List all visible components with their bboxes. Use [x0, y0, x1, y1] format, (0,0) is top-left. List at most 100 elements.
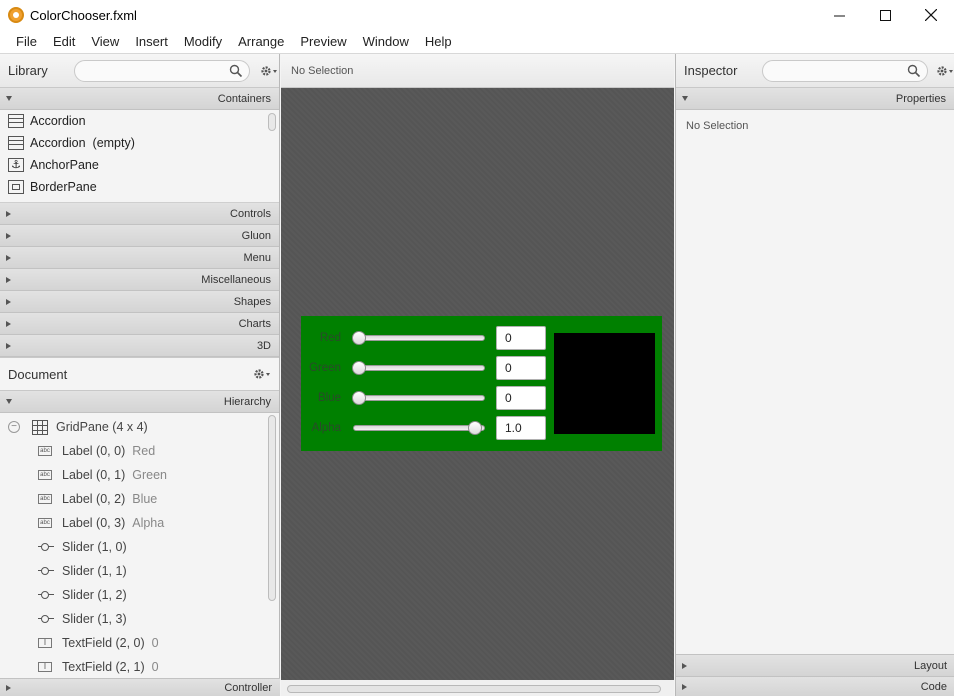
- library-header: Library: [0, 54, 279, 88]
- section-menu[interactable]: Menu: [0, 247, 279, 269]
- collapsed-triangle-icon: [6, 320, 11, 327]
- slider-thumb[interactable]: [352, 331, 366, 345]
- section-hierarchy-label: Hierarchy: [223, 395, 271, 408]
- library-search-input[interactable]: [74, 59, 250, 82]
- maximize-icon: [879, 9, 891, 21]
- search-icon: [229, 64, 243, 77]
- slider-icon: [38, 614, 54, 624]
- maximize-button[interactable]: [862, 0, 908, 30]
- section-charts[interactable]: Charts: [0, 313, 279, 335]
- section-gluon-label: Gluon: [241, 229, 271, 242]
- selection-status: No Selection: [291, 64, 354, 77]
- tree-item-label: Label (0, 1): [62, 468, 126, 482]
- design-canvas[interactable]: Red Green Blue Alpha 0 0 0 1.0: [281, 88, 674, 680]
- blue-label: Blue: [317, 392, 341, 404]
- inspector-search-input[interactable]: [762, 59, 928, 82]
- section-shapes-label: Shapes: [233, 295, 271, 308]
- section-shapes[interactable]: Shapes: [0, 291, 279, 313]
- section-containers[interactable]: Containers: [0, 88, 279, 110]
- content-panel: No Selection Red Green Blue Alpha 0 0 0 …: [281, 54, 674, 696]
- gear-icon: [261, 65, 277, 76]
- library-item-accordion-empty[interactable]: Accordion (empty): [0, 132, 279, 154]
- collapsed-triangle-icon: [6, 342, 11, 349]
- slider-thumb[interactable]: [468, 421, 482, 435]
- content-header: No Selection: [281, 54, 674, 88]
- collapsed-triangle-icon: [6, 298, 11, 305]
- tree-item-textfield-2-1[interactable]: I TextField (2, 1) 0: [0, 655, 279, 677]
- canvas-horizontal-scrollbar[interactable]: [287, 685, 661, 693]
- tree-item-extra: 0: [151, 636, 159, 650]
- alpha-field[interactable]: 1.0: [496, 416, 546, 440]
- tree-item-slider-1-0[interactable]: Slider (1, 0): [0, 535, 279, 559]
- section-hierarchy[interactable]: Hierarchy: [0, 391, 279, 413]
- alpha-slider[interactable]: [353, 421, 485, 435]
- tree-item-label: GridPane (4 x 4): [56, 420, 148, 434]
- library-item-borderpane[interactable]: BorderPane: [0, 176, 279, 198]
- red-field[interactable]: 0: [496, 326, 546, 350]
- tree-item-slider-1-3[interactable]: Slider (1, 3): [0, 607, 279, 631]
- library-item-accordion[interactable]: Accordion: [0, 110, 279, 132]
- menu-arrange[interactable]: Arrange: [230, 34, 292, 49]
- label-icon: abc: [38, 446, 52, 456]
- anchor-icon: ⚓: [8, 158, 24, 172]
- library-item-anchorpane[interactable]: ⚓ AnchorPane: [0, 154, 279, 176]
- label-icon: abc: [38, 518, 52, 528]
- slider-icon: [38, 566, 54, 576]
- tree-item-textfield-2-0[interactable]: I TextField (2, 0) 0: [0, 631, 279, 655]
- section-layout[interactable]: Layout: [676, 654, 954, 676]
- menu-modify[interactable]: Modify: [176, 34, 230, 49]
- collapsed-triangle-icon: [6, 210, 11, 217]
- hierarchy-tree: − GridPane (4 x 4) abc Label (0, 0) Red …: [0, 413, 279, 677]
- section-controller[interactable]: Controller: [0, 678, 280, 696]
- tree-item-slider-1-1[interactable]: Slider (1, 1): [0, 559, 279, 583]
- section-code[interactable]: Code: [676, 676, 954, 696]
- section-menu-label: Menu: [243, 251, 271, 264]
- tree-item-label-blue[interactable]: abc Label (0, 2) Blue: [0, 487, 279, 511]
- collapse-icon[interactable]: −: [8, 421, 20, 433]
- menu-file[interactable]: File: [8, 34, 45, 49]
- green-slider[interactable]: [352, 361, 485, 375]
- section-miscellaneous-label: Miscellaneous: [201, 273, 271, 286]
- window-title: ColorChooser.fxml: [30, 7, 137, 23]
- green-field[interactable]: 0: [496, 356, 546, 380]
- inspector-panel: Inspector Properties No Selection Layout…: [675, 54, 954, 696]
- blue-field[interactable]: 0: [496, 386, 546, 410]
- expanded-triangle-icon: [6, 399, 12, 404]
- menu-edit[interactable]: Edit: [45, 34, 83, 49]
- close-window-button[interactable]: [908, 0, 954, 30]
- tree-item-label-red[interactable]: abc Label (0, 0) Red: [0, 439, 279, 463]
- section-controls[interactable]: Controls: [0, 203, 279, 225]
- section-miscellaneous[interactable]: Miscellaneous: [0, 269, 279, 291]
- slider-thumb[interactable]: [352, 361, 366, 375]
- tree-item-label: Label (0, 0): [62, 444, 126, 458]
- menu-insert[interactable]: Insert: [127, 34, 176, 49]
- gear-icon: [937, 65, 953, 76]
- minimize-button[interactable]: [816, 0, 862, 30]
- section-containers-label: Containers: [217, 92, 271, 105]
- tree-item-label-alpha[interactable]: abc Label (0, 3) Alpha: [0, 511, 279, 535]
- textfield-icon: I: [38, 638, 52, 648]
- tree-item-label-green[interactable]: abc Label (0, 1) Green: [0, 463, 279, 487]
- library-scrollbar[interactable]: [268, 113, 276, 131]
- section-gluon[interactable]: Gluon: [0, 225, 279, 247]
- section-layout-label: Layout: [913, 659, 947, 672]
- document-gear-button[interactable]: [253, 367, 271, 381]
- hierarchy-scrollbar[interactable]: [268, 415, 276, 601]
- menu-help[interactable]: Help: [417, 34, 460, 49]
- tree-item-gridpane[interactable]: − GridPane (4 x 4): [0, 415, 279, 439]
- blue-slider[interactable]: [352, 391, 485, 405]
- menu-view[interactable]: View: [83, 34, 127, 49]
- color-swatch: [554, 333, 655, 434]
- library-gear-button[interactable]: [260, 64, 278, 78]
- section-3d[interactable]: 3D: [0, 335, 279, 357]
- menu-window[interactable]: Window: [355, 34, 417, 49]
- slider-thumb[interactable]: [352, 391, 366, 405]
- tree-item-slider-1-2[interactable]: Slider (1, 2): [0, 583, 279, 607]
- red-slider[interactable]: [352, 331, 485, 345]
- search-icon: [907, 64, 921, 77]
- inspector-gear-button[interactable]: [936, 64, 954, 78]
- gridpane-preview[interactable]: Red Green Blue Alpha 0 0 0 1.0: [301, 316, 662, 451]
- section-properties[interactable]: Properties: [676, 88, 954, 110]
- menu-preview[interactable]: Preview: [292, 34, 354, 49]
- section-3d-label: 3D: [256, 339, 271, 352]
